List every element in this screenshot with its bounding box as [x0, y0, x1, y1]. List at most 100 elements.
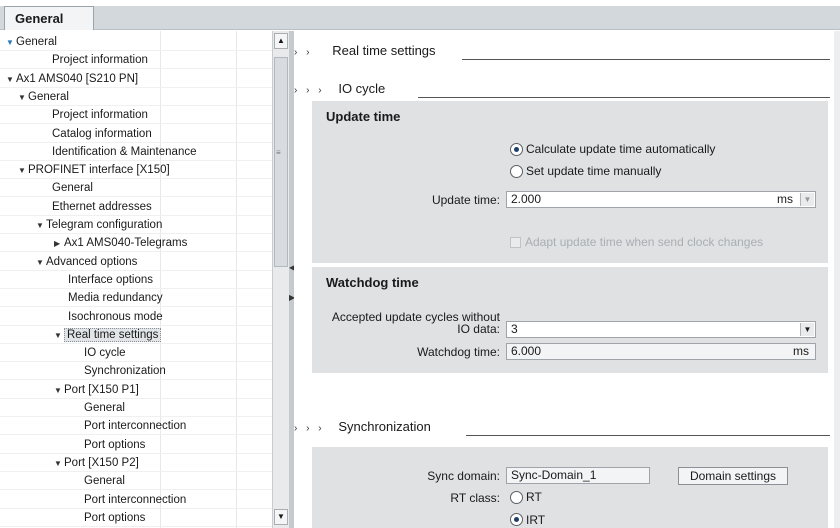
- manual-update-label: Set update time manually: [526, 164, 662, 178]
- tree-item-label: Port options: [84, 511, 146, 524]
- cycles-field[interactable]: 3 ▼: [506, 321, 816, 338]
- cycles-value: 3: [511, 322, 518, 336]
- tree-item[interactable]: ▼ Real time settings: [0, 326, 272, 344]
- sync-panel: Sync domain: Sync-Domain_1 Domain settin…: [312, 447, 828, 528]
- scroll-down-icon[interactable]: ▼: [274, 509, 288, 525]
- auto-update-radio[interactable]: [510, 143, 523, 156]
- tab-band: [0, 6, 840, 30]
- heading-rule: [462, 59, 830, 60]
- tree-item[interactable]: General: [0, 472, 272, 491]
- collapse-arrow-icon[interactable]: ▼: [6, 71, 16, 89]
- tree-item[interactable]: Port interconnection: [0, 491, 272, 509]
- tree-item-label: General: [84, 402, 125, 414]
- tree-item-label: Ax1 AMS040-Telegrams: [64, 237, 188, 250]
- tree-item[interactable]: Synchronization: [0, 362, 272, 381]
- tree-item-label: Real time settings: [64, 327, 162, 342]
- tree-item[interactable]: Port options: [0, 436, 272, 454]
- update-time-value: 2.000: [511, 192, 542, 206]
- grip-icon: ≡: [276, 148, 281, 157]
- tree-item-label: Port [X150 P2]: [64, 456, 139, 469]
- manual-update-radio[interactable]: [510, 165, 523, 178]
- tree-item-label: Identification & Maintenance: [52, 145, 197, 158]
- tree-item[interactable]: General: [0, 179, 272, 198]
- update-time-panel: Update time Calculate update time automa…: [312, 101, 828, 263]
- tree-item-label: IO cycle: [84, 347, 126, 360]
- realtime-heading-label: Real time settings: [332, 43, 436, 58]
- tree-item-label: General: [84, 475, 125, 488]
- tree-item-label: Telegram configuration: [46, 219, 163, 231]
- watchdog-time-field: 6.000 ms: [506, 343, 816, 360]
- heading-rule: [466, 435, 830, 436]
- expand-arrow-icon[interactable]: ▶: [54, 235, 64, 253]
- tree-item-label: Media redundancy: [68, 292, 163, 305]
- tree-item-label: Ax1 AMS040 [S210 PN]: [16, 72, 139, 85]
- watchdog-title: Watchdog time: [326, 275, 419, 290]
- tab-general[interactable]: General: [4, 6, 94, 30]
- tree-item[interactable]: Isochronous mode: [0, 308, 272, 326]
- collapse-arrow-icon[interactable]: ▼: [18, 162, 28, 180]
- tree-scrollbar[interactable]: ▲ ≡ ▼: [272, 31, 289, 528]
- tree-item-label: Interface options: [68, 273, 154, 286]
- update-time-field[interactable]: 2.000 ms ▼: [506, 191, 816, 208]
- tree-item[interactable]: ▼ Telegram configuration: [0, 216, 272, 234]
- dropdown-arrow-icon[interactable]: ▼: [800, 193, 814, 206]
- expand-chevron-icon: › › ›: [294, 423, 331, 434]
- tree-item[interactable]: ▼ Advanced options: [0, 253, 272, 271]
- collapse-arrow-icon[interactable]: ▼: [36, 254, 46, 272]
- tree-item[interactable]: ▼ Ax1 AMS040 [S210 PN]: [0, 70, 272, 88]
- tree-item[interactable]: Catalog information: [0, 125, 272, 143]
- sync-domain-value: Sync-Domain_1: [511, 468, 597, 482]
- collapse-arrow-icon[interactable]: ▼: [36, 217, 46, 235]
- heading-rule: [418, 97, 830, 98]
- tree-item-label: Port options: [84, 438, 146, 451]
- tree-item[interactable]: Media redundancy: [0, 289, 272, 308]
- properties-content: › › Real time settings › › › IO cycle Up…: [294, 31, 840, 528]
- collapse-arrow-icon[interactable]: ▼: [6, 34, 16, 52]
- collapse-arrow-icon[interactable]: ▼: [18, 89, 28, 107]
- tree-item[interactable]: Project information: [0, 106, 272, 125]
- scroll-thumb[interactable]: [274, 57, 288, 267]
- update-time-title: Update time: [326, 109, 401, 124]
- tree-item[interactable]: Port interconnection: [0, 417, 272, 436]
- update-time-unit: ms: [777, 192, 793, 206]
- tree-item[interactable]: ▶ Ax1 AMS040-Telegrams: [0, 234, 272, 253]
- collapse-arrow-icon[interactable]: ▼: [54, 327, 64, 345]
- tree-item[interactable]: ▼ Port [X150 P2]: [0, 454, 272, 472]
- collapse-arrow-icon[interactable]: ▼: [54, 455, 64, 473]
- sync-heading[interactable]: › › › Synchronization: [294, 419, 834, 439]
- domain-settings-button[interactable]: Domain settings: [678, 467, 788, 485]
- tree-item[interactable]: Project information: [0, 51, 272, 70]
- collapse-arrow-icon[interactable]: ▼: [54, 382, 64, 400]
- tree-item-label: General: [16, 36, 57, 48]
- scroll-up-icon[interactable]: ▲: [274, 33, 288, 49]
- tree-item[interactable]: ▼ General: [0, 88, 272, 106]
- tree-item[interactable]: Identification & Maintenance: [0, 143, 272, 161]
- navigation-tree: ▼ General Project information ▼ Ax1 AMS040 […: [0, 31, 272, 528]
- tree-item[interactable]: Ethernet addresses: [0, 198, 272, 216]
- iocycle-heading[interactable]: › › › IO cycle: [294, 81, 834, 101]
- tree-item-label: Advanced options: [46, 255, 138, 268]
- cycles-label: Accepted update cycles without IO data:: [316, 311, 500, 335]
- rt-class-label: RT class:: [450, 491, 500, 505]
- tree-item[interactable]: Port options: [0, 509, 272, 527]
- tree-item-label: Ethernet addresses: [52, 200, 152, 213]
- adapt-update-checkbox[interactable]: [510, 237, 521, 248]
- rt-radio[interactable]: [510, 491, 523, 504]
- realtime-heading[interactable]: › › Real time settings: [294, 43, 834, 63]
- dropdown-arrow-icon[interactable]: ▼: [800, 323, 814, 336]
- irt-radio[interactable]: [510, 513, 523, 526]
- update-time-label: Update time:: [431, 193, 500, 207]
- tree-item[interactable]: IO cycle: [0, 344, 272, 363]
- tree-item[interactable]: General: [0, 399, 272, 417]
- auto-update-label: Calculate update time automatically: [526, 142, 716, 156]
- tree-item[interactable]: ▼ PROFINET interface [X150]: [0, 161, 272, 180]
- adapt-update-label: Adapt update time when send clock change…: [525, 235, 764, 249]
- sync-domain-field: Sync-Domain_1: [506, 467, 650, 484]
- sync-heading-label: Synchronization: [338, 419, 431, 434]
- tree-item[interactable]: ▼ Port [X150 P1]: [0, 381, 272, 399]
- content-scrollbar[interactable]: [834, 31, 840, 528]
- tree-item[interactable]: Interface options: [0, 271, 272, 289]
- tree-item[interactable]: ▼ General: [0, 33, 272, 51]
- tree-item-label: General: [52, 182, 93, 195]
- tree-item-label: Isochronous mode: [68, 310, 163, 323]
